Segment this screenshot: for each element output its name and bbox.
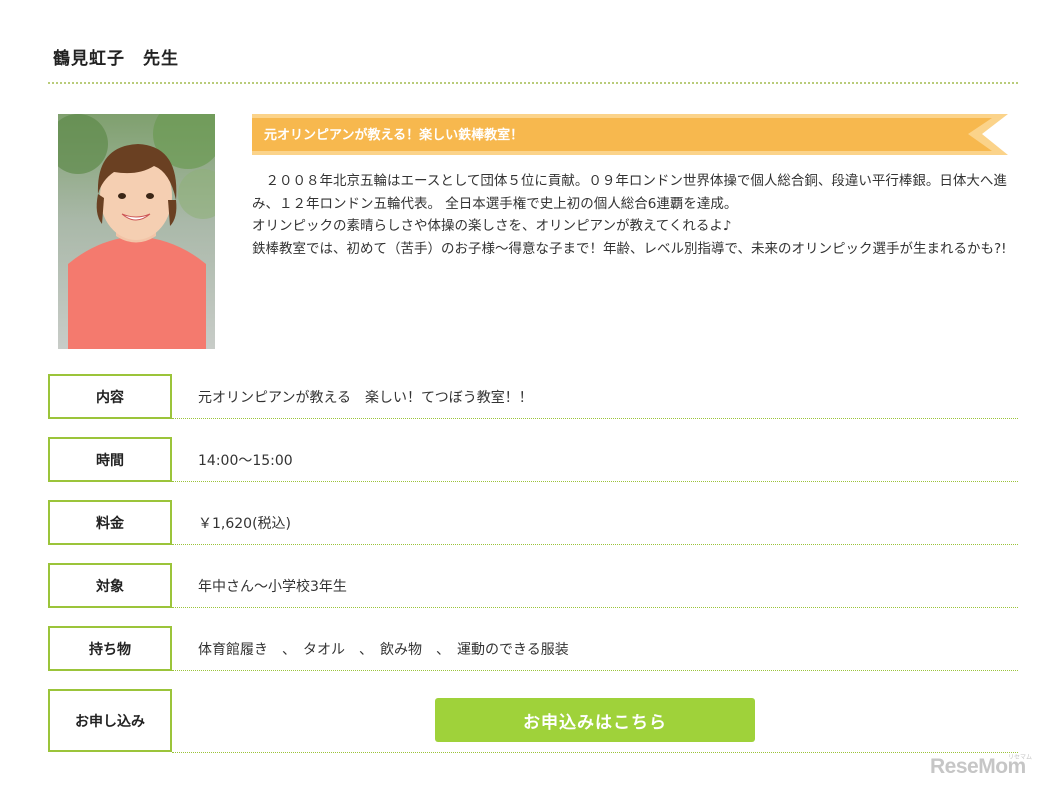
detail-label: 時間: [48, 437, 172, 482]
row-divider: [172, 481, 1018, 482]
description-paragraph: 鉄棒教室では、初めて（苦手）のお子様〜得意な子まで！年齢、レベル別指導で、未来の…: [252, 240, 1007, 257]
description-paragraph: ２００８年北京五輪はエースとして団体５位に貢献。０９年ロンドン世界体操で個人総合…: [252, 173, 1007, 212]
detail-value: 年中さん〜小学校3年生: [198, 578, 347, 595]
detail-row-fee: 料金 ￥1,620(税込): [48, 500, 1018, 545]
description-paragraph: オリンピックの素晴らしさや体操の楽しさを、オリンピアンが教えてくれるよ♪: [252, 218, 732, 234]
profile-banner: 元オリンピアンが教える！楽しい鉄棒教室！: [252, 114, 1008, 156]
teacher-description: ２００８年北京五輪はエースとして団体５位に貢献。０９年ロンドン世界体操で個人総合…: [252, 170, 1010, 260]
detail-label: 対象: [48, 563, 172, 608]
row-divider: [172, 544, 1018, 545]
row-divider: [172, 418, 1018, 419]
teacher-photo: [58, 114, 215, 349]
page-title: 鶴見虹子 先生: [53, 49, 179, 69]
detail-value: 元オリンピアンが教える 楽しい！てつぼう教室！！: [198, 389, 533, 406]
detail-row-content: 内容 元オリンピアンが教える 楽しい！てつぼう教室！！: [48, 374, 1018, 419]
resemom-logo-kana: リセマム: [1008, 754, 1033, 761]
detail-value: 体育館履き 、 タオル 、 飲み物 、 運動のできる服装: [198, 641, 569, 658]
banner-title: 元オリンピアンが教える！楽しい鉄棒教室！: [264, 128, 524, 143]
detail-row-items: 持ち物 体育館履き 、 タオル 、 飲み物 、 運動のできる服装: [48, 626, 1018, 671]
row-divider: [172, 752, 1018, 753]
detail-label: 内容: [48, 374, 172, 419]
detail-label: 料金: [48, 500, 172, 545]
detail-value: ￥1,620(税込): [198, 515, 292, 532]
detail-label: 持ち物: [48, 626, 172, 671]
detail-label: お申し込み: [48, 689, 172, 752]
row-divider: [172, 670, 1018, 671]
title-divider: [48, 82, 1018, 84]
detail-value: 14:00〜15:00: [198, 452, 293, 469]
row-divider: [172, 607, 1018, 608]
detail-row-apply: お申し込み お申込みはこちら: [48, 689, 1018, 753]
detail-row-time: 時間 14:00〜15:00: [48, 437, 1018, 482]
apply-button[interactable]: お申込みはこちら: [435, 698, 755, 742]
detail-row-target: 対象 年中さん〜小学校3年生: [48, 563, 1018, 608]
